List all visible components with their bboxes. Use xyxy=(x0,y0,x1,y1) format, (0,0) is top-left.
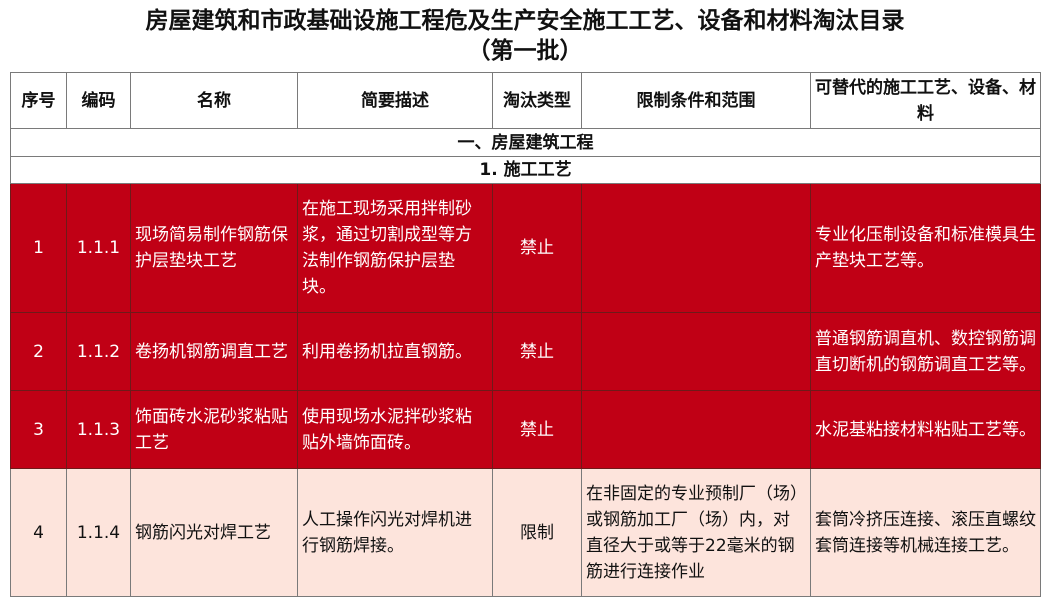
cell-type[interactable]: 禁止 xyxy=(492,183,582,313)
table-row: 1 1.1.1 现场简易制作钢筋保护层垫块工艺 在施工现场采用拌制砂浆，通过切割… xyxy=(10,183,1041,313)
cell-seq[interactable]: 4 xyxy=(10,468,67,597)
header-limit[interactable]: 限制条件和范围 xyxy=(581,72,811,129)
cell-desc[interactable]: 利用卷扬机拉直钢筋。 xyxy=(297,312,493,391)
title-line-1: 房屋建筑和市政基础设施工程危及生产安全施工工艺、设备和材料淘汰目录 xyxy=(145,8,905,34)
cell-limit[interactable]: 在非固定的专业预制厂（场）或钢筋加工厂（场）内，对直径大于或等于22毫米的钢筋进… xyxy=(581,468,811,597)
cell-alt[interactable]: 普通钢筋调直机、数控钢筋调直切断机的钢筋调直工艺等。 xyxy=(810,312,1041,391)
cell-code[interactable]: 1.1.4 xyxy=(66,468,131,597)
header-seq[interactable]: 序号 xyxy=(10,72,67,129)
title-line-2: （第一批） xyxy=(467,38,583,64)
cell-name[interactable]: 卷扬机钢筋调直工艺 xyxy=(130,312,298,391)
section-title[interactable]: 一、房屋建筑工程 xyxy=(10,128,1041,157)
cell-type[interactable]: 禁止 xyxy=(492,312,582,391)
subsection-title[interactable]: 1. 施工工艺 xyxy=(10,156,1041,184)
cell-name[interactable]: 钢筋闪光对焊工艺 xyxy=(130,468,298,597)
cell-type[interactable]: 限制 xyxy=(492,468,582,597)
cell-alt[interactable]: 水泥基粘接材料粘贴工艺等。 xyxy=(810,390,1041,469)
cell-limit[interactable] xyxy=(581,183,811,313)
cell-seq[interactable]: 2 xyxy=(10,312,67,391)
header-alt[interactable]: 可替代的施工工艺、设备、材料 xyxy=(810,72,1041,129)
cell-desc[interactable]: 在施工现场采用拌制砂浆，通过切割成型等方法制作钢筋保护层垫块。 xyxy=(297,183,493,313)
table-row: 2 1.1.2 卷扬机钢筋调直工艺 利用卷扬机拉直钢筋。 禁止 普通钢筋调直机、… xyxy=(10,312,1041,391)
header-name[interactable]: 名称 xyxy=(130,72,298,129)
cell-seq[interactable]: 3 xyxy=(10,390,67,469)
cell-desc[interactable]: 使用现场水泥拌砂浆粘贴外墙饰面砖。 xyxy=(297,390,493,469)
cell-code[interactable]: 1.1.1 xyxy=(66,183,131,313)
cell-name[interactable]: 现场简易制作钢筋保护层垫块工艺 xyxy=(130,183,298,313)
spreadsheet-view: 房屋建筑和市政基础设施工程危及生产安全施工工艺、设备和材料淘汰目录 （第一批） … xyxy=(0,0,1050,597)
cell-type[interactable]: 禁止 xyxy=(492,390,582,469)
header-type[interactable]: 淘汰类型 xyxy=(492,72,582,129)
header-code[interactable]: 编码 xyxy=(66,72,131,129)
cell-alt[interactable]: 套筒冷挤压连接、滚压直螺纹套筒连接等机械连接工艺。 xyxy=(810,468,1041,597)
cell-desc[interactable]: 人工操作闪光对焊机进行钢筋焊接。 xyxy=(297,468,493,597)
section-row: 一、房屋建筑工程 xyxy=(10,128,1041,157)
table-row: 3 1.1.3 饰面砖水泥砂浆粘贴工艺 使用现场水泥拌砂浆粘贴外墙饰面砖。 禁止… xyxy=(10,390,1041,469)
cell-limit[interactable] xyxy=(581,312,811,391)
header-row: 序号 编码 名称 简要描述 淘汰类型 限制条件和范围 可替代的施工工艺、设备、材… xyxy=(10,72,1041,129)
cell-limit[interactable] xyxy=(581,390,811,469)
cell-name[interactable]: 饰面砖水泥砂浆粘贴工艺 xyxy=(130,390,298,469)
cell-code[interactable]: 1.1.3 xyxy=(66,390,131,469)
table-row: 4 1.1.4 钢筋闪光对焊工艺 人工操作闪光对焊机进行钢筋焊接。 限制 在非固… xyxy=(10,468,1041,597)
cell-alt[interactable]: 专业化压制设备和标准模具生产垫块工艺等。 xyxy=(810,183,1041,313)
header-desc[interactable]: 简要描述 xyxy=(297,72,493,129)
catalog-table: 序号 编码 名称 简要描述 淘汰类型 限制条件和范围 可替代的施工工艺、设备、材… xyxy=(10,72,1041,597)
document-title: 房屋建筑和市政基础设施工程危及生产安全施工工艺、设备和材料淘汰目录 （第一批） xyxy=(10,0,1040,72)
cell-code[interactable]: 1.1.2 xyxy=(66,312,131,391)
subsection-row: 1. 施工工艺 xyxy=(10,156,1041,184)
cell-seq[interactable]: 1 xyxy=(10,183,67,313)
